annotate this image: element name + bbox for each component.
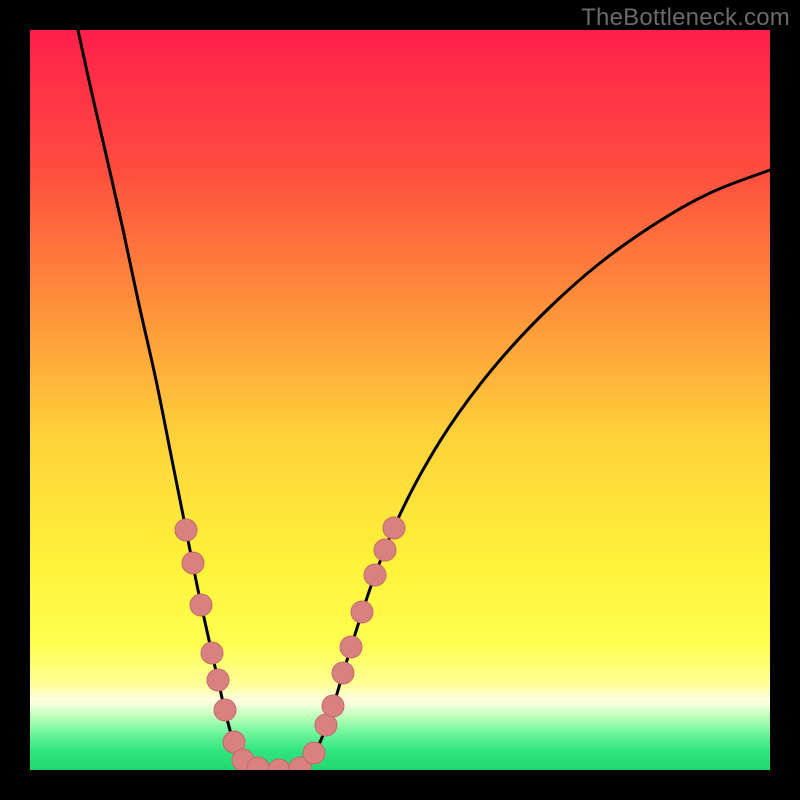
chart-svg — [30, 30, 770, 770]
data-marker — [175, 519, 197, 541]
data-marker — [374, 539, 396, 561]
chart-frame: TheBottleneck.com — [0, 0, 800, 800]
data-marker — [351, 601, 373, 623]
chart-plot-area — [30, 30, 770, 770]
data-marker — [190, 594, 212, 616]
data-marker — [207, 669, 229, 691]
data-marker — [201, 642, 223, 664]
data-marker — [214, 699, 236, 721]
data-marker — [332, 662, 354, 684]
watermark-text: TheBottleneck.com — [581, 4, 790, 32]
data-marker — [322, 695, 344, 717]
chart-background — [30, 30, 770, 770]
data-marker — [340, 636, 362, 658]
data-marker — [182, 552, 204, 574]
data-marker — [303, 742, 325, 764]
data-marker — [364, 564, 386, 586]
data-marker — [383, 517, 405, 539]
